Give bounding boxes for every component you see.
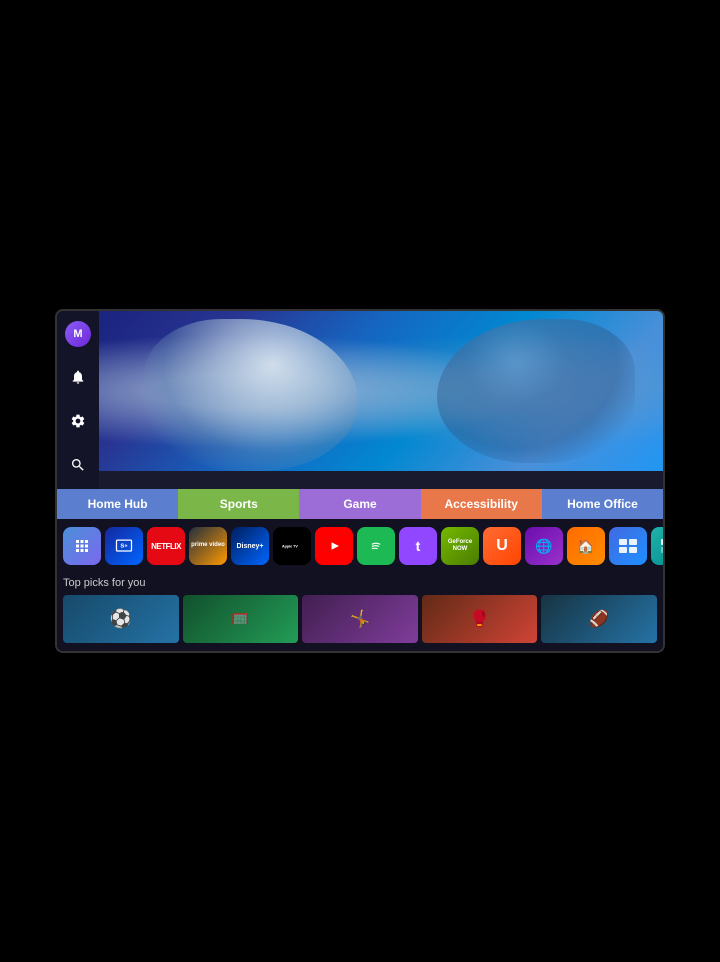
apple-tv-icon[interactable]: Apple TV <box>273 527 311 565</box>
picks-section: Top picks for you <box>57 573 663 651</box>
apps-grid-icon[interactable] <box>63 527 101 565</box>
apps-row: S+ NETFLIX prime video Disney+ Apple TV <box>57 519 663 573</box>
notification-icon[interactable] <box>64 363 92 391</box>
geforce-now-icon[interactable]: GeForce NOW <box>441 527 479 565</box>
smart-home-icon[interactable]: 🏠 <box>567 527 605 565</box>
player-left <box>144 319 358 471</box>
360-browser-icon[interactable]: 🌐 <box>525 527 563 565</box>
hero-banner <box>99 311 663 471</box>
sidebar: M <box>57 311 99 489</box>
spotify-icon[interactable] <box>357 527 395 565</box>
nav-tabs: Home Hub Sports Game Accessibility Home … <box>57 489 663 519</box>
youtube-icon[interactable] <box>315 527 353 565</box>
tab-home-hub[interactable]: Home Hub <box>57 489 178 519</box>
svg-text:Apple TV: Apple TV <box>282 544 298 548</box>
utomik-icon[interactable]: U <box>483 527 521 565</box>
prime-video-icon[interactable]: prime video <box>189 527 227 565</box>
tab-home-office[interactable]: Home Office <box>542 489 663 519</box>
tv-content: M <box>57 311 663 651</box>
picks-row <box>63 595 657 643</box>
pick-item-5[interactable] <box>541 595 657 643</box>
pick-item-3[interactable] <box>302 595 418 643</box>
tab-game[interactable]: Game <box>299 489 420 519</box>
tab-sports[interactable]: Sports <box>178 489 299 519</box>
svg-text:S+: S+ <box>120 544 128 550</box>
tab-accessibility[interactable]: Accessibility <box>421 489 542 519</box>
settings-icon[interactable] <box>64 407 92 435</box>
more-apps-icon[interactable] <box>651 527 663 565</box>
disney-plus-icon[interactable]: Disney+ <box>231 527 269 565</box>
netflix-icon[interactable]: NETFLIX <box>147 527 185 565</box>
samsung-tv-plus-icon[interactable]: S+ <box>105 527 143 565</box>
pick-item-1[interactable] <box>63 595 179 643</box>
main-area: M <box>57 311 663 489</box>
avatar[interactable]: M <box>65 321 91 347</box>
pick-item-4[interactable] <box>422 595 538 643</box>
pick-item-2[interactable] <box>183 595 299 643</box>
tv-frame: M <box>55 309 665 653</box>
twitch-icon[interactable]: t <box>399 527 437 565</box>
multiview-icon[interactable] <box>609 527 647 565</box>
search-icon[interactable] <box>64 451 92 479</box>
picks-label: Top picks for you <box>63 577 657 589</box>
player-right <box>437 319 634 463</box>
